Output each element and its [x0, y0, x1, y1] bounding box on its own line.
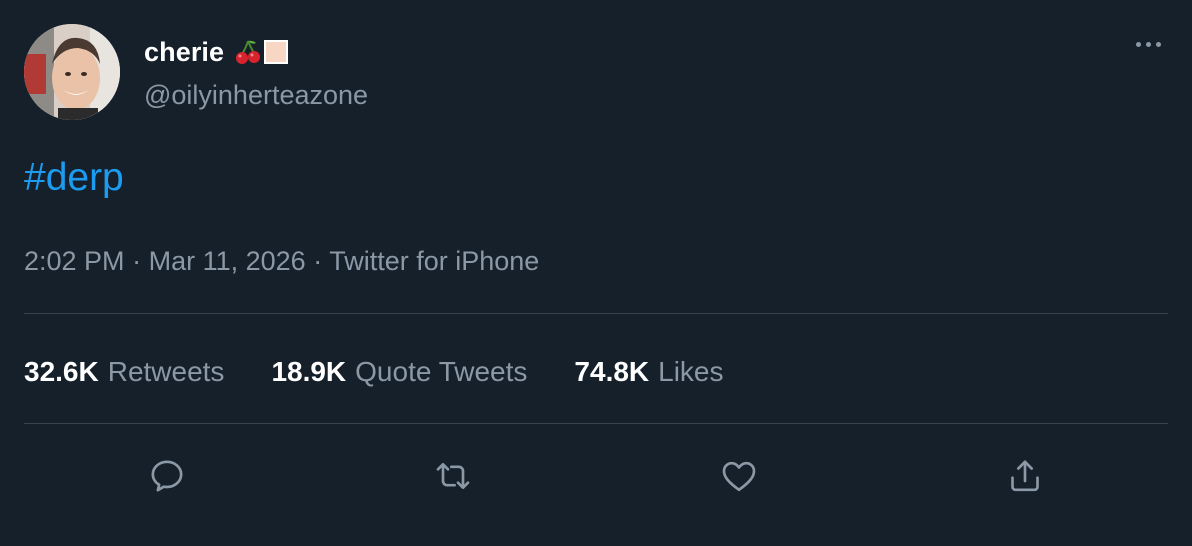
name-emoji [234, 38, 289, 66]
retweet-button[interactable] [425, 448, 481, 504]
share-button[interactable] [997, 448, 1053, 504]
more-dot-icon [1135, 41, 1141, 47]
skin-tone-modifier-icon [264, 40, 289, 64]
heart-icon [722, 461, 756, 492]
tweet-time[interactable]: 2:02 PM [24, 246, 125, 276]
cherries-icon [236, 40, 261, 64]
author-name-row[interactable]: cherie [144, 34, 289, 70]
likes-label: Likes [658, 356, 724, 387]
avatar[interactable] [24, 24, 120, 120]
author-handle[interactable]: @oilyinherteazone [144, 80, 368, 111]
quote-tweets-stat[interactable]: 18.9K Quote Tweets [271, 356, 527, 388]
quote-tweets-label: Quote Tweets [355, 356, 528, 387]
quote-tweets-count: 18.9K [271, 356, 347, 387]
retweet-icon [436, 463, 470, 489]
avatar-photo [24, 24, 120, 120]
tweet-text-hashtag[interactable]: #derp [24, 156, 124, 200]
tweet-meta: 2:02 PM · Mar 11, 2026 · Twitter for iPh… [24, 246, 539, 277]
share-icon [1011, 460, 1039, 492]
divider [24, 313, 1168, 314]
divider [24, 423, 1168, 424]
tweet-date[interactable]: Mar 11, 2026 [149, 246, 306, 276]
meta-separator: · [132, 246, 142, 276]
display-name[interactable]: cherie [144, 37, 224, 68]
more-options-button[interactable] [1128, 28, 1168, 60]
retweets-count: 32.6K [24, 356, 99, 387]
more-dot-icon [1155, 41, 1161, 47]
retweets-stat[interactable]: 32.6K Retweets [24, 356, 224, 388]
tweet-stats: 32.6K Retweets 18.9K Quote Tweets 74.8K … [24, 352, 724, 392]
likes-count: 74.8K [574, 356, 650, 387]
more-dot-icon [1145, 41, 1151, 47]
reply-icon [151, 460, 183, 492]
tweet-source[interactable]: Twitter for iPhone [329, 246, 539, 276]
likes-stat[interactable]: 74.8K Likes [574, 356, 723, 388]
tweet-actions [0, 448, 1192, 504]
like-button[interactable] [711, 448, 767, 504]
reply-button[interactable] [139, 448, 195, 504]
meta-separator: · [313, 246, 323, 276]
retweets-label: Retweets [107, 356, 225, 387]
tweet-card: cherie @oilyinherteazone #derp 2:02 PM ·… [0, 0, 1192, 546]
